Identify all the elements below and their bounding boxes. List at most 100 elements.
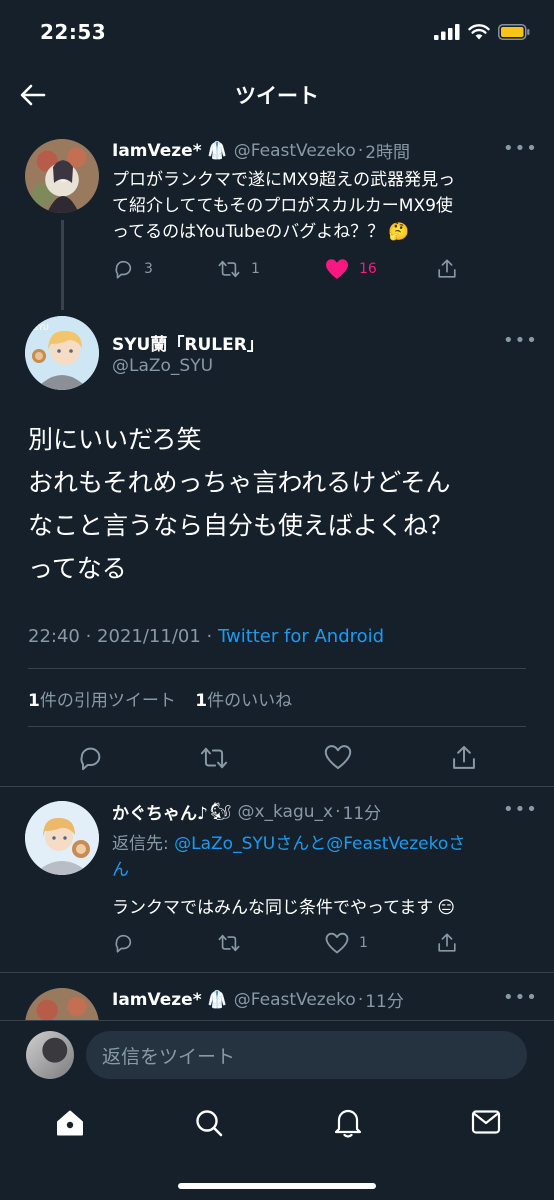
tweet-timestamp: 22:40 · 2021/11/01 · Twitter for Android [28, 626, 384, 647]
replying-to: 返信先: @LaZo_SYUさんと@FeastVezekoさ ん [112, 834, 466, 880]
more-options-icon[interactable]: ••• [503, 799, 538, 820]
retweet-icon[interactable] [199, 744, 229, 772]
tweet-text: ランクマではみんな同じ条件でやってます 😑 [112, 898, 456, 918]
home-icon[interactable] [55, 1108, 85, 1138]
separator-dot: · [357, 140, 364, 161]
likes-link[interactable]: 1件のいいね [195, 691, 292, 711]
handle[interactable]: @LaZo_SYU [112, 356, 213, 376]
retweet-count: 1 [251, 261, 260, 277]
signal-icon [434, 24, 460, 40]
retweet-button[interactable]: 1 [217, 258, 325, 280]
thinking-emoji: 🤔 [388, 222, 410, 242]
avatar-figure-icon [47, 160, 79, 213]
share-icon [438, 933, 456, 952]
display-name[interactable]: IamVeze* [112, 990, 202, 1010]
avatar-character-icon [25, 801, 99, 875]
separator-dot: · [335, 801, 341, 822]
reply-icon [115, 934, 132, 953]
source-link[interactable]: Twitter for Android [218, 626, 384, 647]
reply-placeholder: 返信をツイート [102, 1045, 236, 1068]
timestamp-text: 22:40 · 2021/11/01 · [28, 626, 218, 647]
my-avatar[interactable] [26, 1031, 74, 1079]
reply-icon[interactable] [76, 744, 104, 772]
display-name[interactable]: IamVeze* [112, 141, 202, 161]
main-tweet-text: 別にいいだろ笑 おれもそれめっちゃ言われるけどそん なこと言うなら自分も使えばよ… [28, 418, 538, 590]
expressionless-emoji: 😑 [437, 898, 456, 918]
squirrel-emoji: 🐿 [209, 801, 232, 822]
avatar-character-icon: SYU [25, 316, 99, 390]
reply-button[interactable] [112, 932, 217, 954]
divider [0, 972, 554, 973]
handle[interactable]: @FeastVezeko [234, 990, 356, 1010]
tweet-line: なこと言うなら自分も使えばよくね？ [28, 511, 454, 540]
quote-tweets-link[interactable]: 1件の引用ツイート [28, 691, 176, 711]
reply-icon [115, 260, 132, 279]
mention-link[interactable]: @FeastVezeko [326, 834, 448, 854]
avatar[interactable] [25, 139, 99, 213]
more-options-icon[interactable]: ••• [503, 330, 538, 351]
mention-link[interactable]: @LaZo_SYU [174, 834, 275, 854]
tweet-header: かぐちゃん♪ 🐿 @x_kagu_x · 11分 [112, 799, 382, 825]
more-options-icon[interactable]: ••• [503, 138, 538, 159]
replying-to-label: 返信先: [112, 834, 175, 854]
tweet-line: おれもそれめっちゃ言われるけどそん [28, 468, 451, 497]
tweet-header: SYU蘭「RULER」 [112, 330, 264, 355]
wifi-icon [468, 24, 490, 40]
tweet-line: プロがランクマで遂にMX9超えの武器発見っ [112, 170, 456, 190]
tweet-time: 11分 [365, 992, 404, 1012]
share-button[interactable] [436, 258, 458, 280]
avatar[interactable] [25, 801, 99, 875]
tweet-text: プロがランクマで遂にMX9超えの武器発見っ て紹介しててもそのプロがスカルカーM… [112, 167, 542, 245]
labcoat-emoji: 🥼 [206, 140, 228, 161]
quote-count: 1 [28, 691, 40, 711]
labcoat-emoji: 🥼 [206, 989, 228, 1010]
reply-input[interactable]: 返信をツイート [86, 1031, 527, 1079]
battery-icon [498, 24, 530, 40]
divider [0, 786, 554, 787]
display-name[interactable]: SYU蘭「RULER」 [112, 330, 264, 355]
search-icon[interactable] [194, 1108, 224, 1138]
home-indicator [178, 1183, 376, 1189]
thread-line [61, 220, 64, 310]
tweet-line: ってるのはYouTubeのバグよね？？ 🤔 [112, 222, 410, 242]
separator-dot: · [357, 989, 364, 1010]
messages-envelope-icon[interactable] [471, 1109, 501, 1135]
heart-filled-icon [326, 259, 348, 279]
retweet-icon [218, 260, 240, 278]
tweet-stats: 1件の引用ツイート 1件のいいね [28, 686, 292, 711]
avatar[interactable]: SYU [25, 316, 99, 390]
likes-count: 1 [195, 691, 208, 711]
handle[interactable]: @x_kagu_x [237, 802, 333, 822]
like-count: 16 [359, 261, 377, 277]
tweet-line: 別にいいだろ笑 [28, 425, 202, 454]
share-icon[interactable] [450, 744, 478, 772]
heart-icon[interactable] [324, 744, 352, 770]
tweet-time: 11分 [342, 804, 382, 824]
share-icon [438, 259, 456, 278]
display-name[interactable]: かぐちゃん♪ [112, 799, 208, 824]
page-title: ツイート [235, 84, 319, 108]
retweet-icon [218, 934, 240, 952]
like-button[interactable]: 1 [325, 932, 436, 954]
more-options-icon[interactable]: ••• [503, 987, 538, 1008]
divider [28, 668, 526, 669]
handle[interactable]: @FeastVezeko [234, 141, 356, 161]
like-button[interactable]: 16 [325, 258, 436, 280]
tweet-header: IamVeze* 🥼 @FeastVezeko · 2時間 [112, 138, 410, 164]
heart-icon [325, 932, 349, 954]
tweet-actions: 1 [112, 932, 462, 954]
reply-button[interactable]: 3 [112, 258, 217, 280]
divider [28, 726, 526, 727]
status-icons [434, 24, 530, 40]
retweet-button[interactable] [217, 932, 325, 954]
tweet-line: ってなる [28, 554, 127, 583]
like-count: 1 [359, 935, 368, 951]
tweet-actions: 3 1 16 [112, 258, 462, 280]
main-tweet-actions [0, 742, 554, 774]
svg-text:SYU: SYU [33, 323, 49, 332]
notifications-bell-icon[interactable] [333, 1107, 363, 1139]
tweet-header: IamVeze* 🥼 @FeastVezeko · 11分 [112, 987, 404, 1013]
reply-count: 3 [144, 261, 153, 277]
share-button[interactable] [436, 932, 458, 954]
status-time: 22:53 [40, 20, 107, 44]
